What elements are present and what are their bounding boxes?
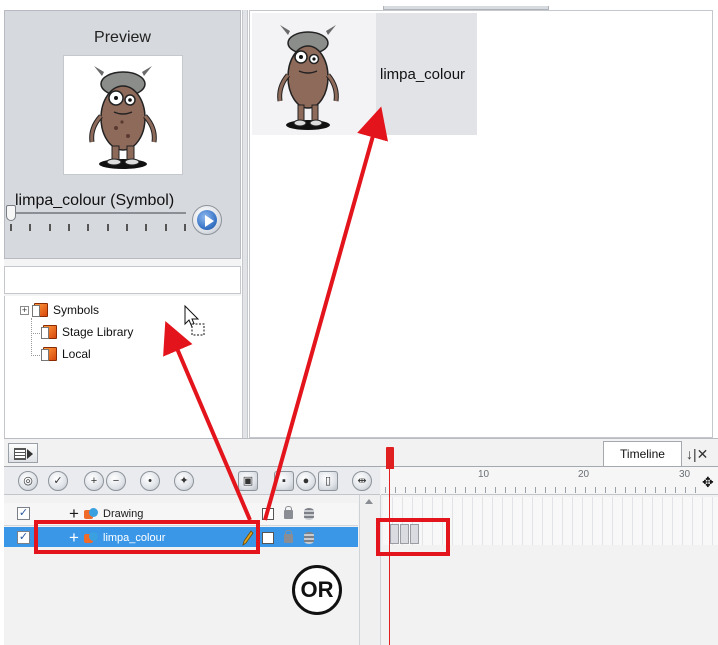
arrow-to-symbols-folder [163, 320, 252, 521]
play-icon [205, 215, 214, 227]
annotation-arrows [163, 106, 388, 521]
arrow-to-thumbnail [263, 106, 388, 521]
